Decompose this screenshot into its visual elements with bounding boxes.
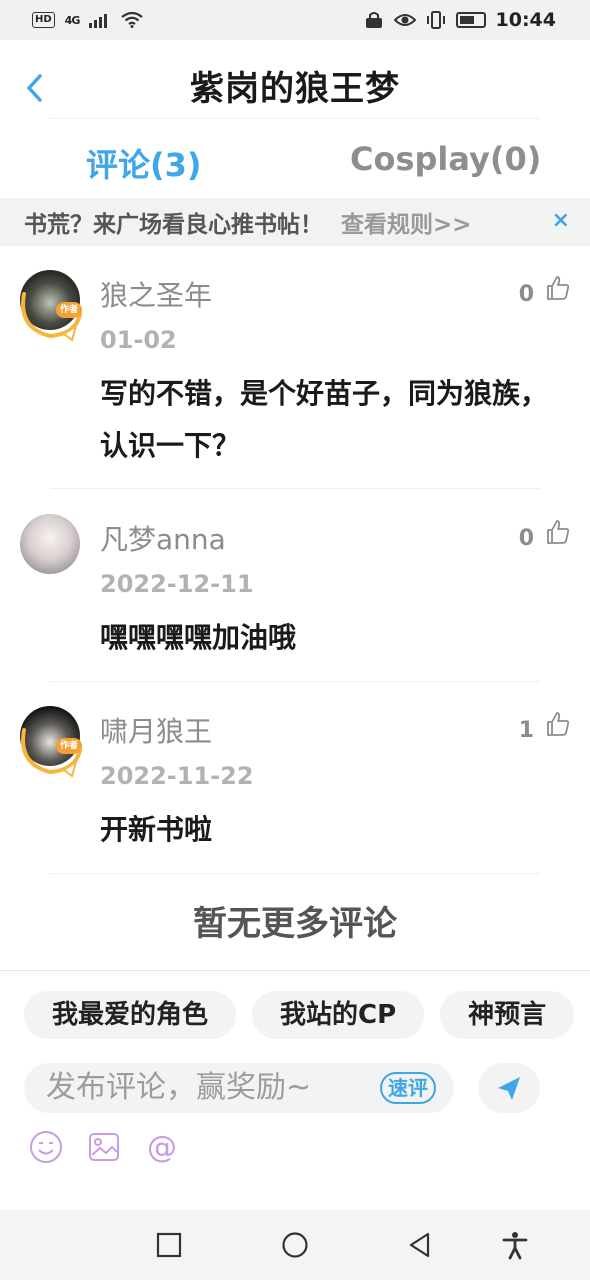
accessibility-icon[interactable] — [500, 1230, 530, 1260]
comment-date: 2022-12-11 — [100, 570, 254, 598]
thumbs-up-icon[interactable] — [544, 710, 572, 738]
composer-tools: @ — [28, 1129, 180, 1165]
divider — [50, 873, 540, 874]
comment-username[interactable]: 啸月狼王 — [100, 710, 212, 750]
wifi-icon — [121, 12, 144, 28]
comment-composer: 我最爱的角色 我站的CP 神预言 发布评论，赢奖励~ 速评 @ — [0, 970, 590, 1210]
chip-prophecy[interactable]: 神预言 — [440, 991, 575, 1039]
comment-username[interactable]: 凡梦anna — [100, 518, 226, 558]
home-icon[interactable] — [280, 1230, 310, 1260]
tab-comments[interactable]: 评论(3) — [86, 140, 202, 186]
network-indicator: 4G — [64, 13, 81, 27]
comment-item: 作者 啸月狼王 2022-11-22 开新书啦 1 — [0, 682, 590, 874]
thumbs-up-icon[interactable] — [544, 274, 572, 302]
send-icon — [498, 1077, 520, 1100]
view-rules-link[interactable]: 查看规则>> — [341, 205, 472, 239]
comment-text: 嘿嘿嘿嘿加油哦 — [100, 621, 297, 654]
status-bar: HD 4G 10:44 — [0, 0, 590, 40]
comment-text: 开新书啦 — [100, 813, 213, 846]
notice-banner[interactable]: 书荒？来广场看良心推书帖！ 查看规则>> × — [0, 198, 590, 246]
author-badge: 作者 — [56, 302, 82, 318]
comment-text: 写的不错，是个好苗子，同为狼族，认识一下？ — [100, 377, 549, 462]
comment-item: 凡梦anna 2022-12-11 嘿嘿嘿嘿加油哦 0 — [0, 490, 590, 682]
chip-my-cp[interactable]: 我站的CP — [252, 991, 425, 1039]
page-title: 紫岗的狼王梦 — [190, 68, 400, 109]
emoji-icon[interactable] — [28, 1129, 64, 1165]
page-header: 紫岗的狼王梦 — [0, 40, 590, 130]
header-divider — [50, 118, 540, 119]
no-more-comments: 暂无更多评论 — [193, 904, 397, 944]
like-count: 0 — [518, 526, 534, 551]
image-icon[interactable] — [86, 1129, 122, 1165]
comment-input[interactable]: 发布评论，赢奖励~ 速评 — [24, 1063, 454, 1113]
svg-text:@: @ — [147, 1130, 177, 1165]
mention-icon[interactable]: @ — [144, 1129, 180, 1165]
privacy-icon — [365, 12, 382, 28]
send-button[interactable] — [478, 1063, 540, 1113]
hd-indicator: HD — [32, 12, 55, 28]
notice-text: 书荒？来广场看良心推书帖！ — [24, 212, 323, 238]
comment-item: 作者 狼之圣年 01-02 写的不错，是个好苗子，同为狼族，认识一下？ 0 — [0, 246, 590, 490]
signal-icon — [89, 14, 108, 28]
divider — [50, 488, 540, 489]
tab-cosplay[interactable]: Cosplay(0) — [350, 140, 541, 178]
vibrate-icon — [426, 11, 445, 29]
like-count: 0 — [518, 282, 534, 307]
thumbs-up-icon[interactable] — [544, 518, 572, 546]
clock: 10:44 — [495, 9, 556, 31]
eye-icon — [393, 14, 416, 26]
comment-date: 01-02 — [100, 326, 177, 354]
back-icon[interactable] — [405, 1230, 435, 1260]
avatar[interactable] — [20, 514, 80, 574]
system-nav-bar — [0, 1210, 590, 1280]
like-count: 1 — [518, 718, 534, 743]
close-icon[interactable]: × — [552, 208, 570, 233]
chip-favorite-character[interactable]: 我最爱的角色 — [24, 991, 237, 1039]
quick-review-button[interactable]: 速评 — [380, 1072, 436, 1104]
tab-bar: 评论(3) Cosplay(0) — [0, 130, 590, 198]
battery-icon — [455, 12, 486, 28]
comment-input-placeholder: 发布评论，赢奖励~ — [46, 1070, 312, 1105]
comment-username[interactable]: 狼之圣年 — [100, 274, 212, 314]
quick-topic-chips: 我最爱的角色 我站的CP 神预言 — [24, 991, 575, 1039]
back-arrow-icon[interactable] — [22, 70, 48, 106]
recent-apps-icon[interactable] — [154, 1230, 184, 1260]
author-badge: 作者 — [56, 738, 82, 754]
comment-date: 2022-11-22 — [100, 762, 254, 790]
